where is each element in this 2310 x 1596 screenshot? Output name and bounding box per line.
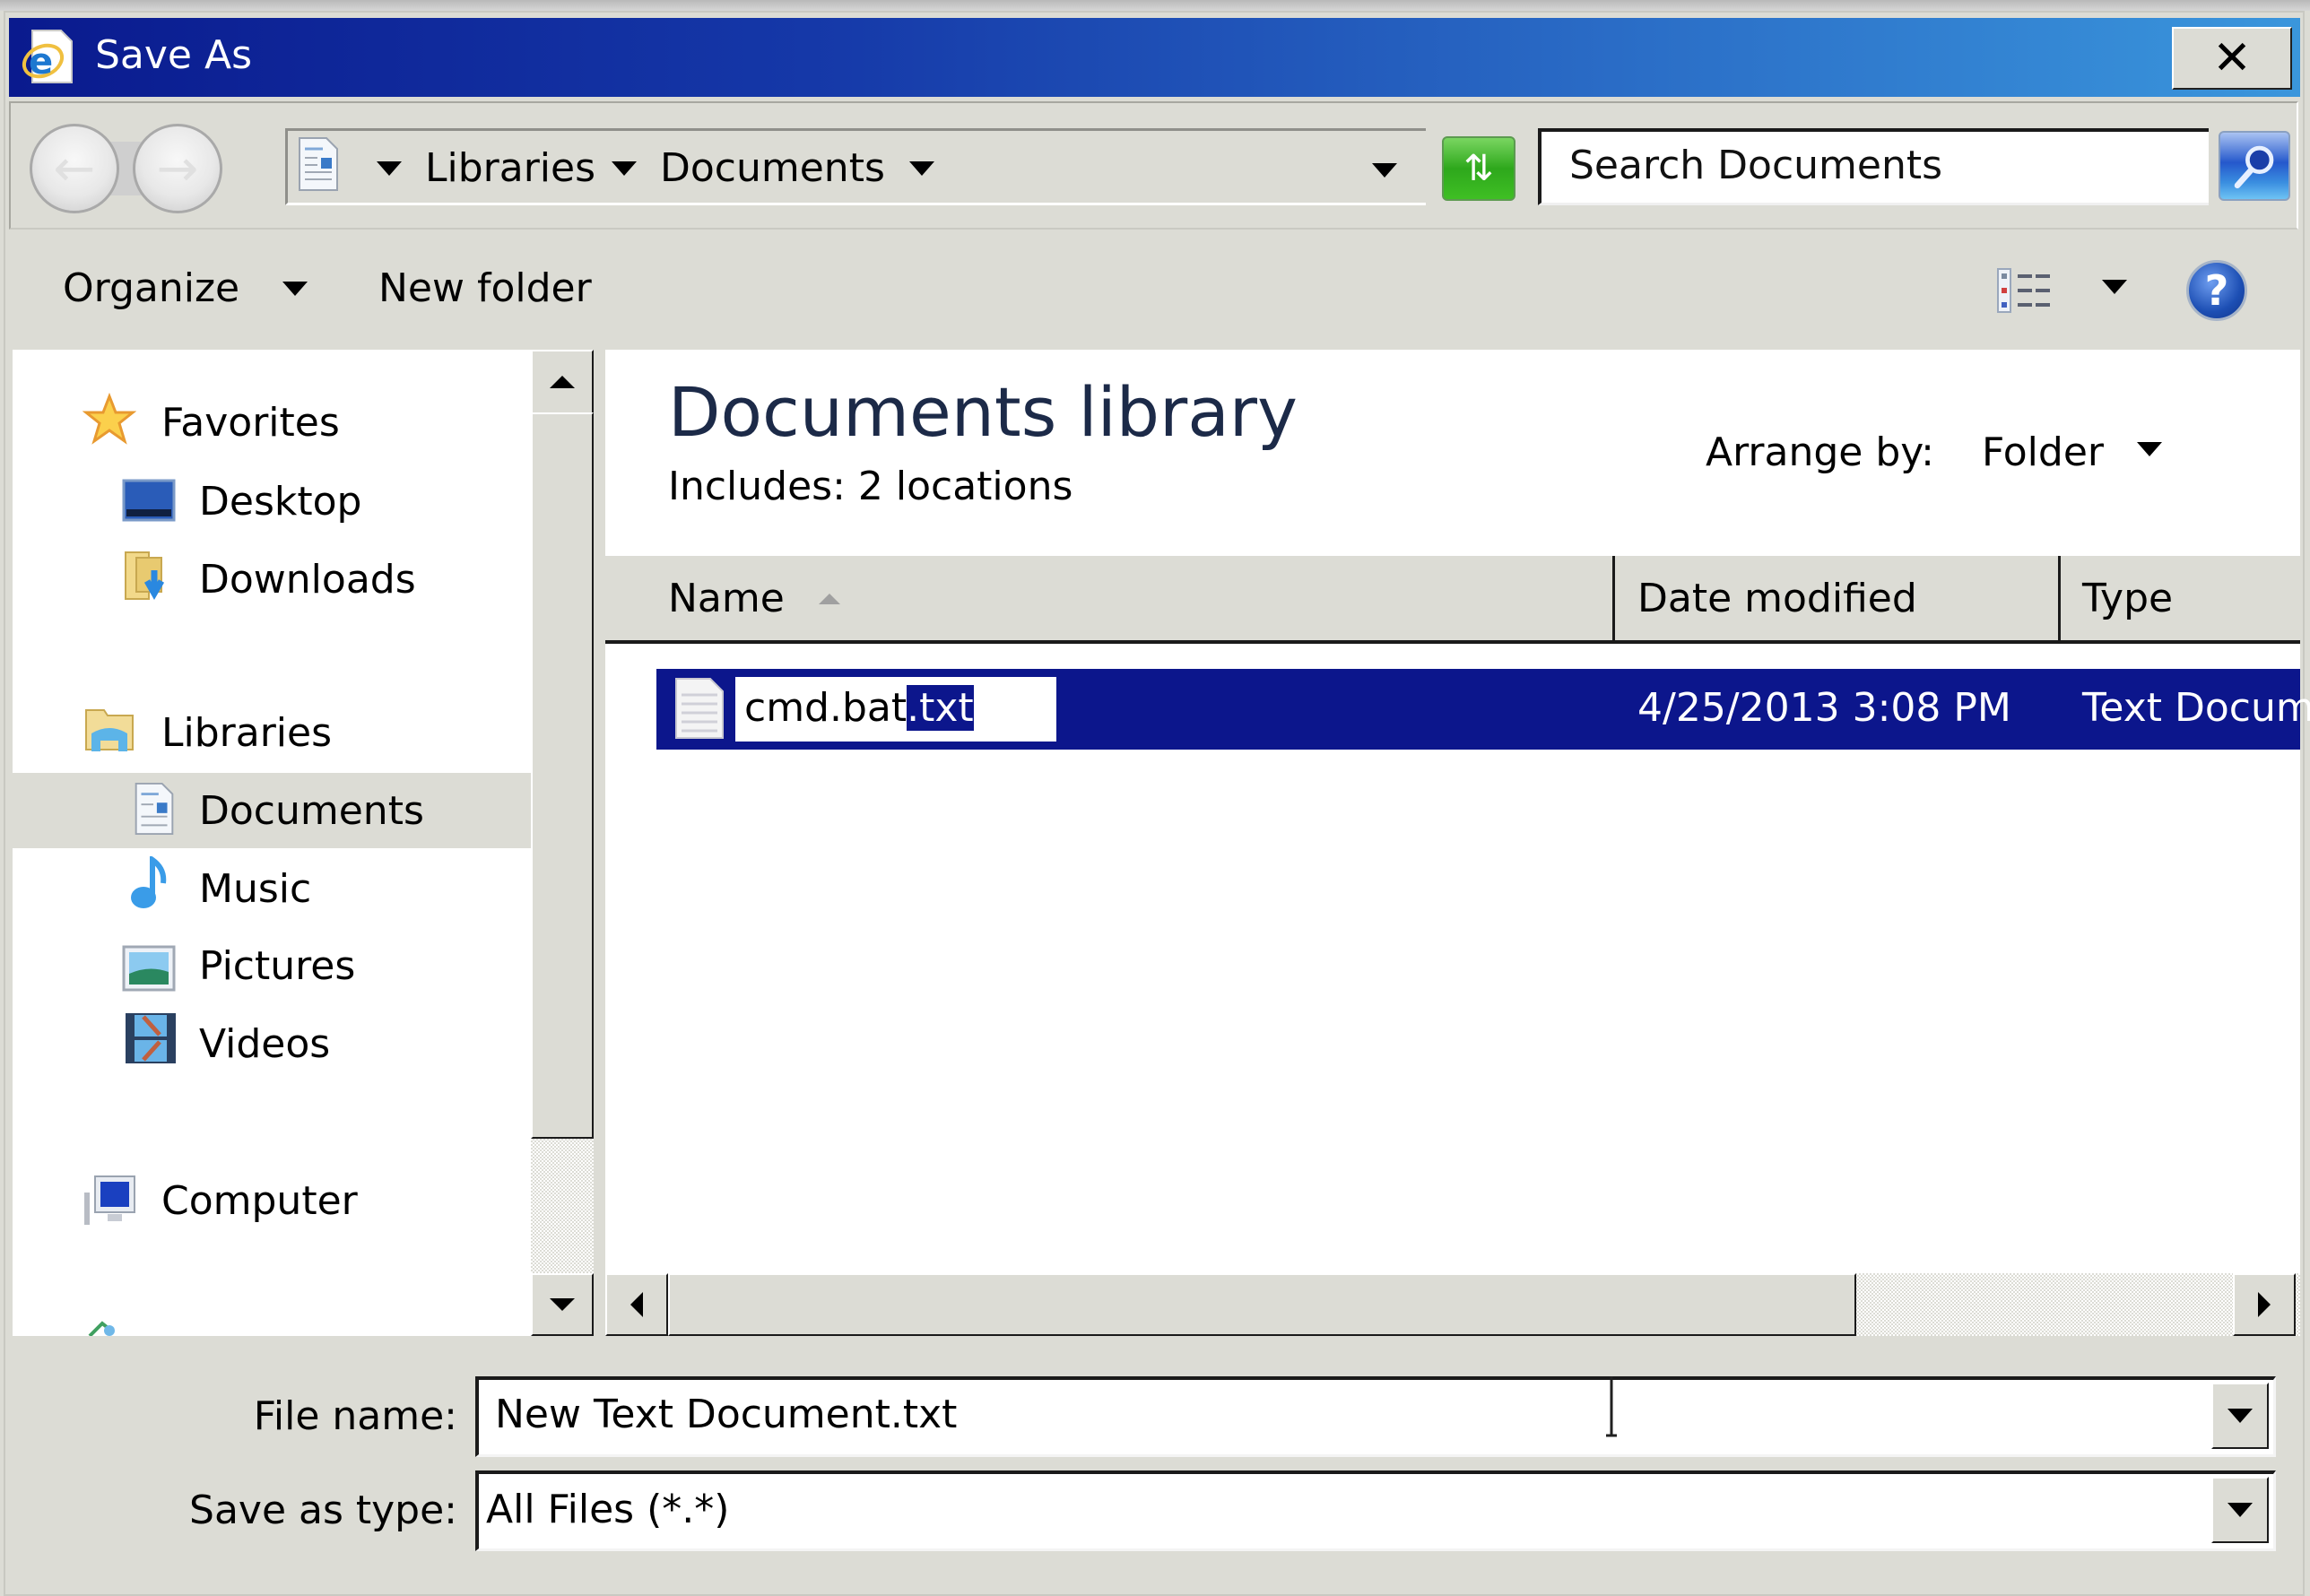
scroll-left-button[interactable] — [605, 1273, 668, 1336]
file-name-input[interactable]: New Text Document.txt — [495, 1388, 957, 1442]
nav-item-libraries[interactable]: Libraries — [161, 707, 332, 760]
text-file-icon — [675, 678, 724, 739]
computer-icon — [84, 1175, 135, 1225]
videos-icon — [126, 1013, 176, 1063]
rename-text-prefix: cmd.bat — [744, 685, 908, 731]
close-button[interactable]: ✕ — [2172, 27, 2292, 90]
star-icon — [82, 393, 136, 445]
help-icon: ? — [2204, 266, 2229, 315]
svg-text:e: e — [29, 41, 53, 82]
save-as-type-label: Save as type: — [189, 1488, 457, 1533]
breadcrumb-documents-chevron[interactable] — [909, 161, 934, 179]
arrange-by-chevron-icon[interactable] — [2137, 442, 2162, 460]
music-icon — [131, 856, 167, 908]
nav-item-pictures[interactable]: Pictures — [199, 940, 355, 993]
background-window-strip — [0, 0, 2310, 11]
organize-button[interactable]: Organize — [63, 262, 308, 316]
file-date-modified: 4/25/2013 3:08 PM — [1637, 685, 2011, 731]
nav-item-computer[interactable]: Computer — [161, 1175, 358, 1228]
column-divider[interactable] — [1612, 556, 1615, 644]
command-toolbar — [9, 231, 2298, 348]
help-button[interactable]: ? — [2186, 260, 2247, 321]
nav-item-downloads[interactable]: Downloads — [199, 553, 416, 607]
address-history-dropdown[interactable] — [1372, 163, 1397, 181]
nav-pane-scroll-thumb[interactable] — [531, 412, 594, 1139]
rename-text-selection: .txt — [907, 685, 974, 731]
nav-item-favorites[interactable]: Favorites — [161, 396, 340, 450]
breadcrumb-root-chevron[interactable] — [377, 161, 402, 179]
new-folder-button[interactable]: New folder — [378, 262, 592, 316]
chevron-down-icon — [2228, 1409, 2253, 1423]
documents-library-icon — [299, 137, 338, 191]
downloads-folder-icon — [125, 551, 165, 601]
column-header-date-modified[interactable]: Date modified — [1637, 572, 1917, 626]
column-header-type[interactable]: Type — [2082, 572, 2173, 626]
file-name-dropdown-button[interactable] — [2211, 1383, 2269, 1449]
refresh-icon: ⇅ — [1463, 148, 1494, 189]
column-name-label: Name — [668, 576, 785, 621]
column-divider[interactable] — [2058, 556, 2061, 644]
network-icon-partial — [88, 1321, 115, 1336]
chevron-down-icon — [2228, 1503, 2253, 1517]
column-header-row — [605, 556, 2300, 644]
text-cursor-ibeam — [1606, 1376, 1617, 1437]
nav-item-documents[interactable]: Documents — [199, 785, 424, 838]
internet-explorer-icon: e — [22, 30, 73, 83]
back-button[interactable]: ← — [30, 124, 119, 213]
view-options-dropdown[interactable] — [2102, 280, 2127, 298]
arrow-left-icon — [630, 1292, 643, 1317]
desktop-icon — [122, 479, 176, 522]
forward-arrow-icon: → — [156, 139, 199, 198]
arrange-by-label: Arrange by: — [1706, 429, 1934, 475]
arrow-right-icon — [2258, 1292, 2271, 1317]
save-as-type-combobox[interactable] — [475, 1470, 2276, 1551]
arrow-up-icon — [550, 376, 575, 388]
documents-icon — [135, 782, 174, 836]
nav-item-music[interactable]: Music — [199, 863, 311, 916]
search-placeholder: Search Documents — [1569, 143, 1943, 188]
breadcrumb-documents[interactable]: Documents — [660, 143, 885, 194]
search-icon — [2234, 145, 2274, 189]
back-arrow-icon: ← — [53, 139, 96, 198]
arrow-down-icon — [550, 1298, 575, 1311]
horizontal-scroll-thumb[interactable] — [668, 1273, 1856, 1336]
search-button[interactable] — [2219, 131, 2290, 201]
organize-dropdown-icon — [282, 260, 308, 306]
organize-label: Organize — [63, 265, 240, 311]
sort-ascending-icon — [818, 594, 840, 604]
rename-input-text[interactable]: cmd.bat.txt — [744, 683, 974, 733]
save-as-type-value[interactable]: All Files (*.*) — [486, 1483, 729, 1537]
scroll-down-button[interactable] — [531, 1273, 594, 1336]
save-as-type-dropdown-button[interactable] — [2211, 1477, 2269, 1543]
breadcrumb-libraries-chevron[interactable] — [612, 161, 637, 179]
file-name-label: File name: — [253, 1393, 457, 1439]
forward-button[interactable]: → — [133, 124, 222, 213]
pictures-icon — [122, 945, 176, 992]
nav-item-videos[interactable]: Videos — [199, 1018, 330, 1071]
window-title: Save As — [95, 32, 253, 78]
title-bar[interactable] — [9, 18, 2300, 97]
libraries-icon — [85, 709, 134, 751]
library-title: Documents library — [668, 372, 1298, 452]
library-includes-link[interactable]: Includes: 2 locations — [668, 462, 1072, 512]
view-details-icon[interactable] — [1996, 267, 2055, 314]
nav-item-desktop[interactable]: Desktop — [199, 475, 361, 529]
file-type: Text Docum — [2082, 685, 2310, 731]
breadcrumb-libraries[interactable]: Libraries — [425, 143, 595, 194]
scroll-right-button[interactable] — [2233, 1273, 2296, 1336]
column-header-name[interactable]: Name — [668, 572, 840, 626]
scroll-up-button[interactable] — [531, 350, 594, 414]
arrange-by-dropdown[interactable]: Folder — [1982, 426, 2104, 480]
refresh-button[interactable]: ⇅ — [1442, 136, 1515, 201]
close-icon: ✕ — [2212, 31, 2252, 85]
